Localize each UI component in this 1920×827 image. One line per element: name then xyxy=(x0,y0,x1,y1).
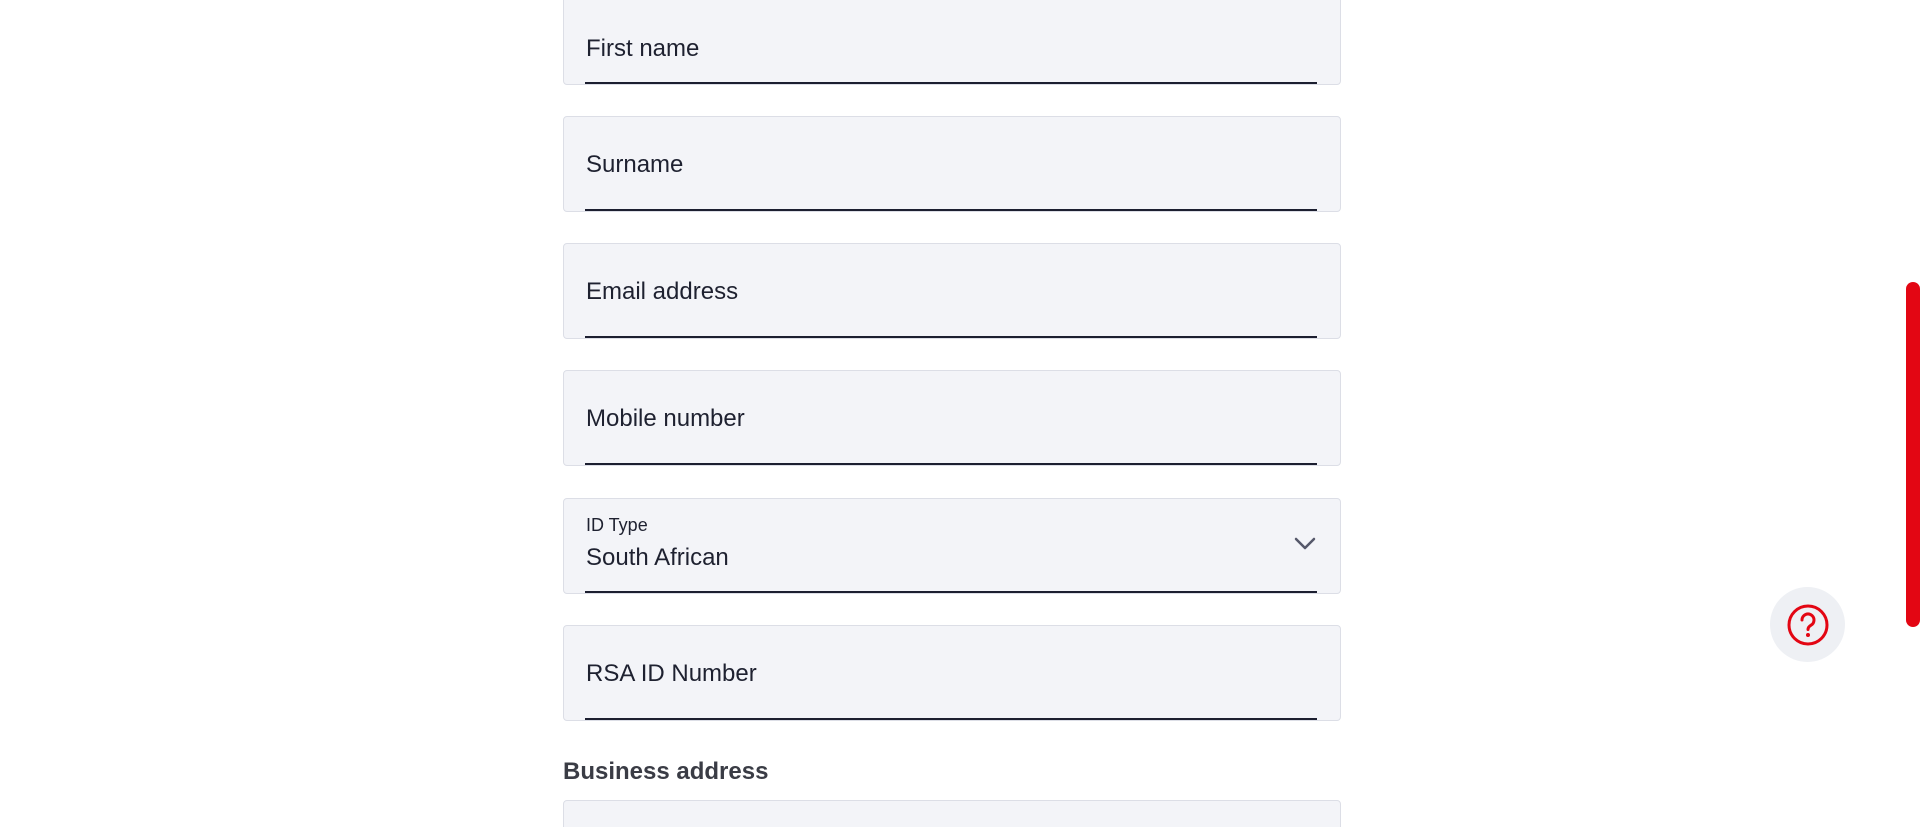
id-type-underline xyxy=(585,591,1317,593)
id-type-select[interactable]: ID Type South African xyxy=(563,498,1341,594)
email-underline xyxy=(585,336,1317,338)
mobile-number-underline xyxy=(585,463,1317,465)
chevron-down-icon[interactable] xyxy=(1294,537,1316,551)
first-name-underline xyxy=(585,82,1317,84)
rsa-id-number-underline xyxy=(585,718,1317,720)
surname-label: Surname xyxy=(586,151,684,178)
id-type-label: ID Type xyxy=(586,515,648,535)
surname-field[interactable]: Surname xyxy=(563,116,1341,212)
help-question-icon xyxy=(1787,604,1828,645)
business-address-title: Business address xyxy=(563,758,769,785)
rsa-id-number-label: RSA ID Number xyxy=(586,660,757,687)
scrollbar-thumb[interactable] xyxy=(1906,282,1920,627)
email-label: Email address xyxy=(586,278,739,305)
rsa-id-number-field[interactable]: RSA ID Number xyxy=(563,625,1341,721)
help-button[interactable] xyxy=(1770,587,1845,662)
email-field[interactable]: Email address xyxy=(563,243,1341,339)
mobile-number-label: Mobile number xyxy=(586,405,745,432)
id-type-value: South African xyxy=(586,544,729,571)
business-address-field[interactable] xyxy=(563,800,1341,827)
first-name-label: First name xyxy=(586,35,700,62)
surname-underline xyxy=(585,209,1317,211)
mobile-number-field[interactable]: Mobile number xyxy=(563,370,1341,466)
first-name-field[interactable]: First name xyxy=(563,0,1341,85)
